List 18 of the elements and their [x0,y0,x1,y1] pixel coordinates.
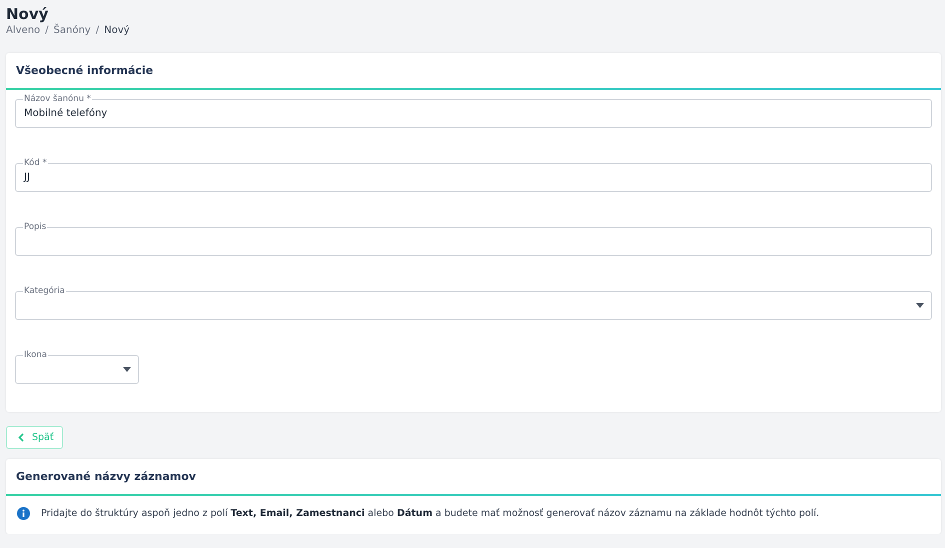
info-message: Pridajte do štruktúry aspoň jedno z polí Text, Email, Zamestnanci alebo Dátum a budete mať možnosť generovať názov záznamu na základe hodnôt týchto polí. [41,508,820,519]
page-title: Nový [6,4,50,24]
chevron-left-icon [18,433,24,442]
dropdown-caret-icon [916,302,924,308]
breadcrumb-item: Nový [104,25,130,36]
breadcrumb-separator: / [96,25,100,36]
section-title: Všeobecné informácie [16,64,154,77]
input-field[interactable]: Kód * JJ [15,158,932,192]
dropdown-caret-icon [123,366,131,372]
breadcrumb-item[interactable]: Šanóny [54,25,91,36]
input-field[interactable]: Názov šanónu * Mobilné telefóny [15,94,932,128]
breadcrumb-item[interactable]: Alveno [6,25,40,36]
input-field[interactable]: Popis [15,222,932,256]
dropdown-field[interactable]: Kategória [15,286,932,320]
dropdown-field[interactable]: Ikona [15,350,139,384]
breadcrumb-separator: / [45,25,49,36]
section-title: Generované názvy záznamov [16,470,196,483]
info-icon [17,507,30,520]
